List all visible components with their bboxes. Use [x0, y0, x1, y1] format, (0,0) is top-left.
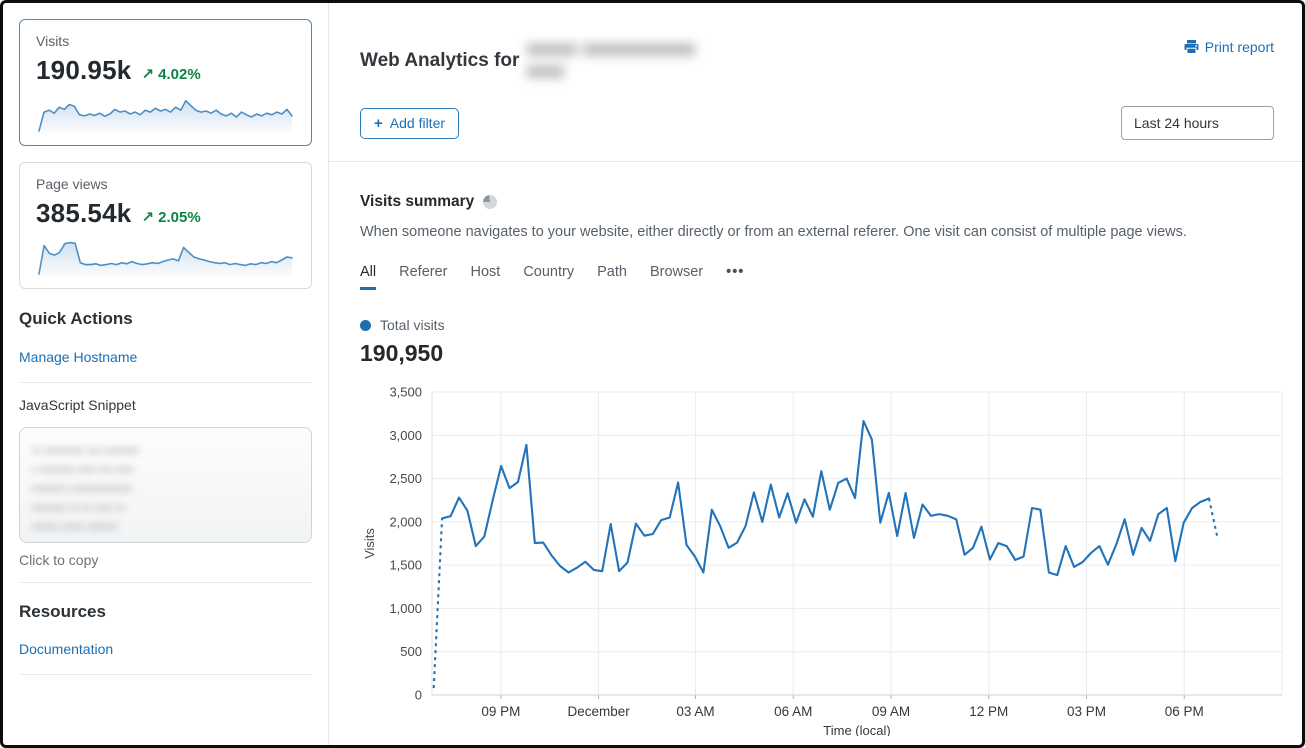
svg-text:1,500: 1,500 — [389, 558, 422, 573]
visits-chart-container: 0 500 1,000 1,500 2,000 2,500 3,000 3,500 09 PM D… — [360, 380, 1274, 741]
divider — [19, 382, 312, 383]
tab-referer[interactable]: Referer — [399, 264, 447, 290]
stat-value: 190.95k — [36, 55, 131, 86]
svg-text:2,000: 2,000 — [389, 514, 422, 529]
click-to-copy-hint: Click to copy — [19, 552, 312, 568]
total-visits-value: 190,950 — [360, 340, 1274, 367]
redacted-code-line: • •••••••• •••• ••• •••• — [32, 461, 299, 480]
pie-chart-icon — [483, 195, 497, 209]
tab-country[interactable]: Country — [523, 264, 574, 290]
tab-browser[interactable]: Browser — [650, 264, 703, 290]
printer-icon — [1184, 40, 1199, 54]
svg-text:3,500: 3,500 — [389, 385, 422, 400]
legend-label: Total visits — [380, 317, 445, 333]
stat-card-page-views[interactable]: Page views 385.54k ↗ 2.05% — [19, 162, 312, 289]
svg-text:03 PM: 03 PM — [1067, 704, 1106, 719]
svg-text:03 AM: 03 AM — [676, 704, 714, 719]
svg-text:1,000: 1,000 — [389, 601, 422, 616]
plus-icon: + — [374, 115, 383, 132]
svg-text:3,000: 3,000 — [389, 428, 422, 443]
visits-summary-title: Visits summary — [360, 193, 474, 211]
sidebar: Visits 190.95k ↗ 4.02% Page views 385.54… — [3, 3, 329, 745]
manage-hostname-link[interactable]: Manage Hostname — [19, 349, 137, 365]
redacted-code-line: •• ••••••••• ••• •••••••• — [32, 442, 299, 461]
redacted-code-line: •••••• ••••• ••••••• — [32, 518, 299, 537]
app-window: Visits 190.95k ↗ 4.02% Page views 385.54… — [0, 0, 1305, 748]
trend-up-icon: ↗ — [141, 66, 154, 83]
divider — [19, 582, 312, 583]
time-range-value: Last 24 hours — [1134, 115, 1219, 131]
redacted-code-line: •••••••• •••••••••••••• — [32, 480, 299, 499]
quick-actions-heading: Quick Actions — [19, 309, 312, 329]
svg-text:500: 500 — [400, 644, 422, 659]
svg-text:2,500: 2,500 — [389, 471, 422, 486]
redacted-domain: ●●●● ●●●●●●●●● ●●● — [527, 39, 737, 83]
chart-legend: Total visits — [360, 317, 1274, 333]
visits-summary-section: Visits summary When someone navigates to… — [360, 193, 1274, 741]
tab-host[interactable]: Host — [470, 264, 500, 290]
divider — [19, 674, 312, 675]
tab-more-ellipsis[interactable]: ••• — [726, 264, 744, 290]
summary-tabs: All Referer Host Country Path Browser ••… — [360, 264, 1274, 290]
svg-text:Time (local): Time (local) — [823, 723, 890, 736]
legend-dot-icon — [360, 320, 371, 331]
svg-text:Visits: Visits — [362, 528, 377, 559]
resources-heading: Resources — [19, 602, 312, 622]
visits-sparkline-chart — [36, 90, 295, 136]
stat-value: 385.54k — [36, 198, 131, 229]
documentation-link[interactable]: Documentation — [19, 641, 113, 657]
javascript-snippet-code-box[interactable]: •• ••••••••• ••• •••••••• • •••••••• •••… — [19, 427, 312, 543]
trend-up-icon: ↗ — [141, 209, 154, 226]
page-title: Web Analytics for ●●●● ●●●●●●●●● ●●● — [360, 39, 737, 83]
stat-label: Page views — [36, 176, 295, 192]
svg-text:0: 0 — [415, 688, 422, 703]
svg-text:09 AM: 09 AM — [872, 704, 910, 719]
svg-text:December: December — [567, 704, 630, 719]
javascript-snippet-label: JavaScript Snippet — [19, 397, 312, 413]
tab-all[interactable]: All — [360, 264, 376, 290]
main-content: Web Analytics for ●●●● ●●●●●●●●● ●●● Pri… — [329, 3, 1302, 745]
svg-text:12 PM: 12 PM — [969, 704, 1008, 719]
stat-delta: ↗ 2.05% — [141, 208, 200, 226]
svg-text:06 AM: 06 AM — [774, 704, 812, 719]
tab-path[interactable]: Path — [597, 264, 627, 290]
divider — [329, 161, 1302, 162]
stat-label: Visits — [36, 33, 295, 49]
visits-summary-description: When someone navigates to your website, … — [360, 224, 1274, 240]
svg-text:06 PM: 06 PM — [1165, 704, 1204, 719]
stat-card-visits[interactable]: Visits 190.95k ↗ 4.02% — [19, 19, 312, 146]
time-range-dropdown[interactable]: Last 24 hours — [1121, 106, 1274, 140]
print-report-link[interactable]: Print report — [1184, 39, 1274, 55]
page-views-sparkline-chart — [36, 233, 295, 279]
stat-delta: ↗ 4.02% — [141, 65, 200, 83]
svg-text:09 PM: 09 PM — [481, 704, 520, 719]
visits-line-chart[interactable]: 0 500 1,000 1,500 2,000 2,500 3,000 3,500 09 PM D… — [360, 380, 1288, 736]
add-filter-button[interactable]: + Add filter — [360, 108, 459, 139]
redacted-code-line: •••••••• •• •• •••• •• — [32, 499, 299, 518]
